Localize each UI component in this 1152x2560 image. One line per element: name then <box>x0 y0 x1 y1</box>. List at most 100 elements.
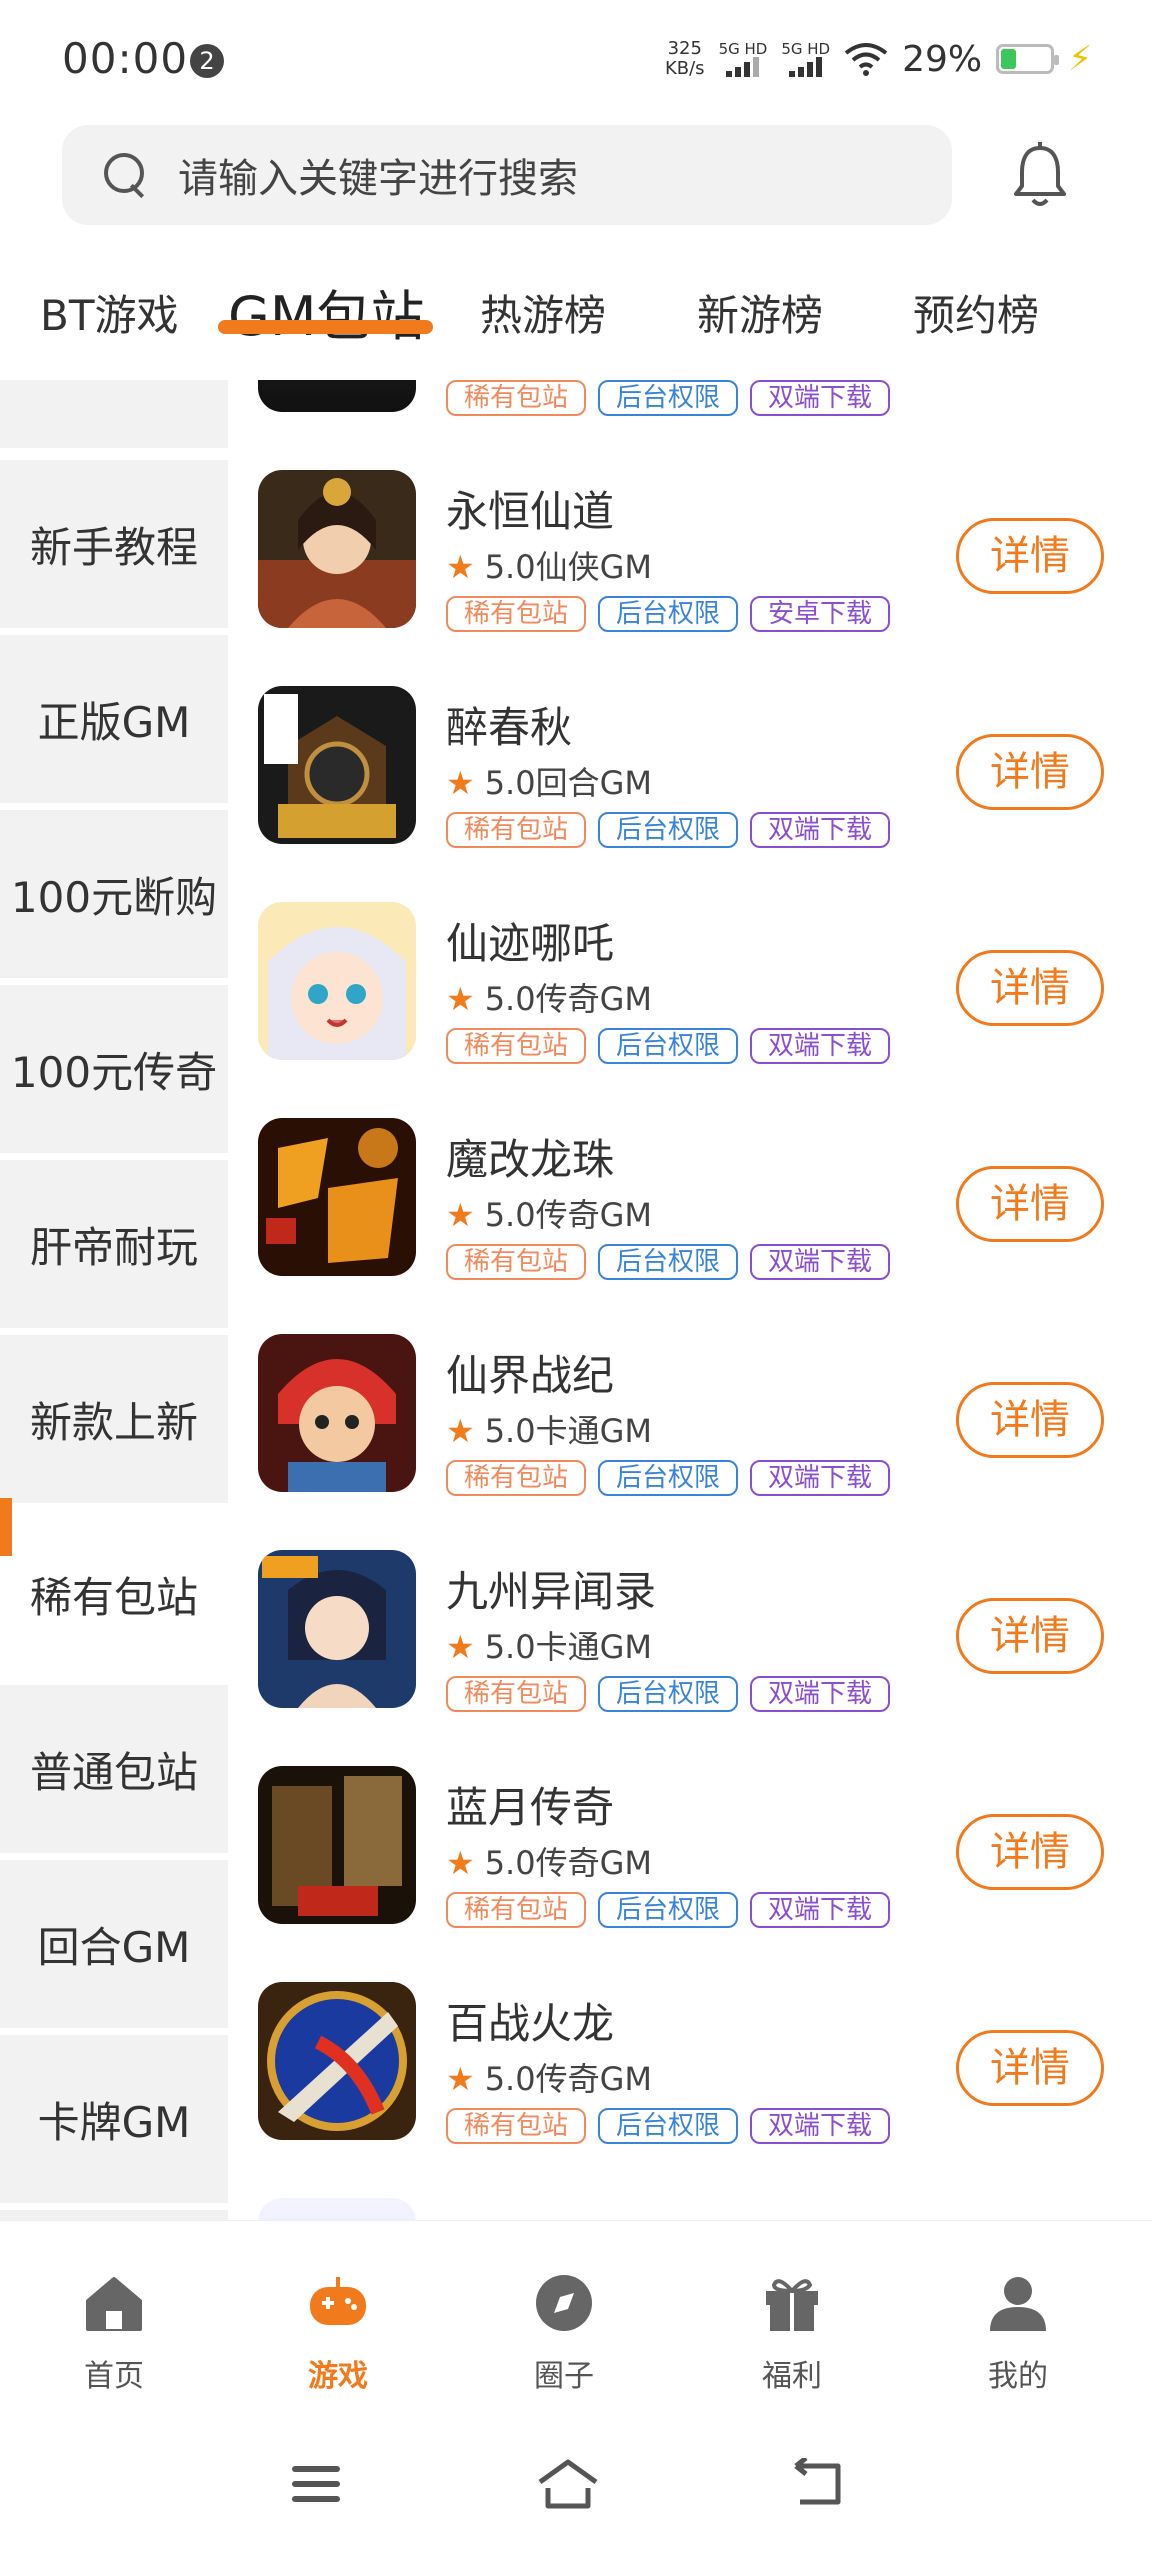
star-icon: ★ <box>446 1412 475 1450</box>
list-item[interactable]: 仙迹哪吒 ★ 5.0传奇GM 稀有包站 后台权限 双端下载 详情 <box>228 832 1152 1064</box>
category-tabs: BT游戏 GM包站 热游榜 新游榜 预约榜 <box>0 262 1152 362</box>
menu-icon[interactable] <box>290 2462 342 2506</box>
game-thumbnail <box>258 1982 416 2140</box>
game-genre: 卡通GM <box>535 1628 652 1666</box>
net-speed-value: 325 <box>667 38 702 59</box>
sidebar-item-card-gm[interactable]: 卡牌GM <box>0 2035 228 2203</box>
list-item[interactable]: 蓝月传奇 ★ 5.0传奇GM 稀有包站 后台权限 双端下载 详情 <box>228 1696 1152 1928</box>
nav-games[interactable]: 游戏 <box>268 2271 408 2395</box>
list-item[interactable]: 稀有包站 后台权限 双端下载 <box>228 380 1152 416</box>
sidebar-active-indicator <box>0 1498 12 1556</box>
sidebar-item-grind[interactable]: 肝帝耐玩 <box>0 1160 228 1328</box>
sidebar-item-official-gm[interactable]: 正版GM <box>0 635 228 803</box>
wifi-icon <box>844 43 888 76</box>
rating-value: 5.0 <box>484 980 536 1018</box>
list-item[interactable]: 仙界战纪 ★ 5.0卡通GM 稀有包站 后台权限 双端下载 详情 <box>228 1264 1152 1496</box>
game-title: 魔改龙珠 <box>446 1135 615 1184</box>
status-bar: 00:00 2 325 KB/s 5G HD 5G HD 29% ⚡ <box>0 0 1152 120</box>
sidebar-item-rare[interactable]: 稀有包站 <box>0 1510 228 1678</box>
rating-value: 5.0 <box>484 2060 536 2098</box>
nav-profile[interactable]: 我的 <box>948 2271 1088 2395</box>
game-rating: ★ 5.0传奇GM <box>446 1838 652 1884</box>
game-title: 永恒仙道 <box>446 487 615 536</box>
battery-icon <box>996 44 1060 74</box>
game-rating: ★ 5.0传奇GM <box>446 1190 652 1236</box>
star-icon: ★ <box>446 1844 475 1882</box>
user-icon <box>990 2277 1046 2331</box>
sidebar-item-tutorial[interactable]: 新手教程 <box>0 460 228 628</box>
game-thumbnail <box>258 902 416 1060</box>
home-icon <box>86 2277 142 2331</box>
detail-button[interactable]: 详情 <box>956 2030 1104 2106</box>
game-genre: 仙侠GM <box>535 548 652 586</box>
game-list: 稀有包站 后台权限 双端下载 永恒仙道 ★ 5.0仙侠GM 稀有包站 后台权限 … <box>228 380 1152 2220</box>
detail-button[interactable]: 详情 <box>956 1382 1104 1458</box>
back-icon[interactable] <box>790 2458 846 2510</box>
star-icon: ★ <box>446 1196 475 1234</box>
net-speed: 325 KB/s <box>665 39 705 79</box>
status-time: 00:00 <box>62 34 189 83</box>
sidebar-item-100-cut[interactable]: 100元断购 <box>0 810 228 978</box>
sidebar-item-normal[interactable]: 普通包站 <box>0 1685 228 1853</box>
nav-benefits[interactable]: 福利 <box>722 2271 862 2395</box>
game-genre: 传奇GM <box>535 1844 652 1882</box>
nav-home[interactable]: 首页 <box>44 2271 184 2395</box>
compass-icon <box>536 2275 592 2331</box>
game-title: 醉春秋 <box>446 703 573 752</box>
nav-circle[interactable]: 圈子 <box>494 2271 634 2395</box>
nav-circle-label: 圈子 <box>534 2359 594 2394</box>
sidebar-item-turn-gm[interactable]: 回合GM <box>0 1860 228 2028</box>
sidebar-item-new[interactable]: 新款上新 <box>0 1335 228 1503</box>
tab-hot-games[interactable]: 热游榜 <box>480 282 606 343</box>
star-icon: ★ <box>446 764 475 802</box>
gamepad-icon <box>310 2277 366 2325</box>
list-item[interactable] <box>228 2128 1152 2220</box>
sidebar-item-legend-gm[interactable] <box>0 2210 228 2220</box>
rating-value: 5.0 <box>484 1196 536 1234</box>
tab-bt-games[interactable]: BT游戏 <box>40 282 178 343</box>
nav-games-label: 游戏 <box>308 2359 368 2394</box>
system-home-icon[interactable] <box>536 2458 600 2510</box>
rating-value: 5.0 <box>484 1844 536 1882</box>
game-title: 仙界战纪 <box>446 1351 615 1400</box>
star-icon: ★ <box>446 548 475 586</box>
star-icon: ★ <box>446 1628 475 1666</box>
game-thumbnail <box>258 470 416 628</box>
game-genre: 卡通GM <box>535 1412 652 1450</box>
bell-icon[interactable] <box>1010 140 1070 210</box>
game-thumbnail <box>258 1118 416 1276</box>
nav-profile-label: 我的 <box>988 2359 1048 2394</box>
game-thumbnail <box>258 1334 416 1492</box>
list-item[interactable]: 永恒仙道 ★ 5.0仙侠GM 稀有包站 后台权限 安卓下载 详情 <box>228 400 1152 632</box>
detail-button[interactable]: 详情 <box>956 734 1104 810</box>
rating-value: 5.0 <box>484 548 536 586</box>
game-thumbnail <box>258 686 416 844</box>
list-item[interactable]: 百战火龙 ★ 5.0传奇GM 稀有包站 后台权限 双端下载 详情 <box>228 1912 1152 2144</box>
list-item[interactable]: 九州异闻录 ★ 5.0卡通GM 稀有包站 后台权限 双端下载 详情 <box>228 1480 1152 1712</box>
sidebar: 新手教程 正版GM 100元断购 100元传奇 肝帝耐玩 新款上新 稀有包站 普… <box>0 380 228 2220</box>
game-thumbnail <box>258 1550 416 1708</box>
game-rating: ★ 5.0回合GM <box>446 758 652 804</box>
detail-button[interactable]: 详情 <box>956 1166 1104 1242</box>
game-title: 九州异闻录 <box>446 1567 657 1616</box>
game-rating: ★ 5.0仙侠GM <box>446 542 652 588</box>
tab-reservation[interactable]: 预约榜 <box>913 282 1039 343</box>
active-tab-indicator <box>218 320 433 334</box>
tab-new-games[interactable]: 新游榜 <box>697 282 823 343</box>
detail-button[interactable]: 详情 <box>956 1598 1104 1674</box>
detail-button[interactable]: 详情 <box>956 950 1104 1026</box>
detail-button[interactable]: 详情 <box>956 1814 1104 1890</box>
list-item[interactable]: 魔改龙珠 ★ 5.0传奇GM 稀有包站 后台权限 双端下载 详情 <box>228 1048 1152 1280</box>
detail-button[interactable]: 详情 <box>956 518 1104 594</box>
game-genre: 传奇GM <box>535 2060 652 2098</box>
app-screen: 00:00 2 325 KB/s 5G HD 5G HD 29% ⚡ 请输入关键… <box>0 0 1152 2560</box>
sidebar-item[interactable] <box>0 380 228 448</box>
list-item[interactable]: 醉春秋 ★ 5.0回合GM 稀有包站 后台权限 双端下载 详情 <box>228 616 1152 848</box>
star-icon: ★ <box>446 980 475 1018</box>
search-bar[interactable]: 请输入关键字进行搜索 <box>62 125 952 225</box>
tab-gm-packs[interactable]: GM包站 <box>228 272 424 351</box>
star-icon: ★ <box>446 2060 475 2098</box>
game-title: 百战火龙 <box>446 1999 615 2048</box>
search-input[interactable]: 请输入关键字进行搜索 <box>178 146 578 204</box>
sidebar-item-100-legend[interactable]: 100元传奇 <box>0 985 228 1153</box>
